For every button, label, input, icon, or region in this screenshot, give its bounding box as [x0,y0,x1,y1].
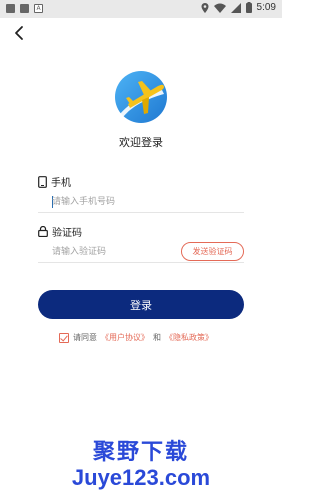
agreement-row: 请同意 《用户协议》 和 《隐私政策》 [59,332,213,343]
watermark-cn: 聚野下载 [92,440,189,465]
a-icon: A [34,4,43,13]
phone-input[interactable] [52,194,202,210]
battery-icon [245,2,252,13]
phone-label-text: 手机 [51,178,71,189]
page-title: 欢迎登录 [119,136,163,149]
phone-icon [38,175,47,188]
signal-icon [230,2,241,13]
photo-icon [20,4,29,13]
login-button[interactable]: 登录 [38,290,244,319]
privacy-policy-link[interactable]: 《隐私政策》 [165,332,213,343]
status-time: 5:09 [256,2,276,13]
chevron-left-icon[interactable] [11,24,29,42]
agree-checkbox[interactable] [59,332,69,343]
phone-field [38,191,244,213]
watermark: 聚野下载 Juye123.com [0,440,282,490]
user-agreement-link[interactable]: 《用户协议》 [101,332,149,343]
location-icon [201,2,209,13]
agreement-prefix: 请同意 [73,333,97,342]
watermark-en: Juye123.com [71,465,211,490]
status-bar: A 5:09 [0,0,282,18]
send-code-button[interactable]: 发送验证码 [181,242,244,261]
agreement-and: 和 [153,333,161,342]
code-label: 验证码 [38,224,82,239]
square-icon [6,4,15,13]
phone-label: 手机 [38,174,71,189]
wifi-icon [213,3,226,13]
code-input[interactable] [52,244,202,260]
code-label-text: 验证码 [52,228,82,239]
lock-icon [38,226,48,237]
airplane-logo-icon [115,71,167,123]
